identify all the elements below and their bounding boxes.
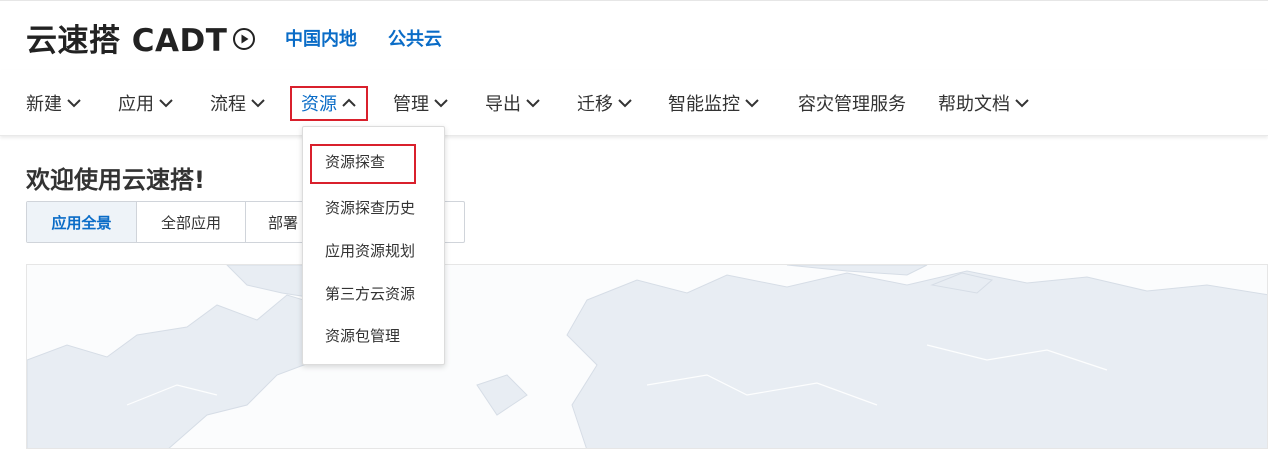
nav-item-label: 新建 (26, 94, 62, 115)
world-map-panel (26, 264, 1268, 449)
resources-dropdown-menu: 资源探查 资源探查历史 应用资源规划 第三方云资源 资源包管理 (302, 126, 445, 365)
chevron-down-icon (1015, 99, 1029, 108)
menu-item-discovery-history[interactable]: 资源探查历史 (325, 197, 415, 218)
chevron-up-icon (342, 98, 356, 107)
menu-item-resource-discovery[interactable]: 资源探查 (325, 151, 385, 172)
nav-item-label: 资源 (301, 94, 337, 115)
nav-item-migrate[interactable]: 迁移 (577, 90, 633, 116)
nav-item-manage[interactable]: 管理 (393, 90, 449, 116)
nav-item-flow[interactable]: 流程 (210, 90, 266, 116)
region-link-public-cloud[interactable]: 公共云 (388, 25, 442, 51)
menu-item-resource-package[interactable]: 资源包管理 (325, 325, 400, 346)
chevron-down-icon (526, 99, 540, 108)
nav-item-label: 管理 (393, 94, 429, 115)
chevron-down-icon (745, 99, 759, 108)
nav-item-label: 帮助文档 (938, 94, 1010, 115)
menu-item-resource-planning[interactable]: 应用资源规划 (325, 240, 415, 261)
menu-item-third-party-cloud[interactable]: 第三方云资源 (325, 283, 415, 304)
chevron-down-icon (434, 99, 448, 108)
nav-item-label: 应用 (118, 94, 154, 115)
nav-item-label: 导出 (485, 94, 521, 115)
chevron-down-icon (159, 99, 173, 108)
nav-item-label: 智能监控 (668, 94, 740, 115)
play-circle-icon[interactable] (232, 27, 256, 51)
chevron-down-icon (618, 99, 632, 108)
tab-app-overview[interactable]: 应用全景 (27, 202, 137, 242)
chevron-down-icon (251, 99, 265, 108)
world-map (27, 265, 1267, 448)
main-nav: 新建 应用 流程 资源 管理 导出 迁移 智能监控 容灾管理服务 帮助文档 (0, 70, 1268, 136)
page-title: 欢迎使用云速搭! (26, 166, 205, 194)
nav-item-label: 容灾管理服务 (798, 94, 906, 115)
nav-item-help[interactable]: 帮助文档 (938, 90, 1030, 116)
tab-all-apps[interactable]: 全部应用 (137, 202, 246, 242)
nav-item-monitoring[interactable]: 智能监控 (668, 90, 760, 116)
nav-item-export[interactable]: 导出 (485, 90, 541, 116)
nav-item-apps[interactable]: 应用 (118, 90, 174, 116)
chevron-down-icon (67, 99, 81, 108)
nav-item-label: 迁移 (577, 94, 613, 115)
nav-item-label: 流程 (210, 94, 246, 115)
region-link-mainland[interactable]: 中国内地 (285, 25, 357, 51)
nav-item-disaster-recovery[interactable]: 容灾管理服务 (798, 90, 906, 116)
nav-item-resources[interactable]: 资源 (301, 90, 357, 116)
top-header: 云速搭 CADT 中国内地 公共云 (0, 0, 1268, 70)
app-title: 云速搭 CADT (26, 23, 228, 59)
nav-item-new[interactable]: 新建 (26, 90, 82, 116)
